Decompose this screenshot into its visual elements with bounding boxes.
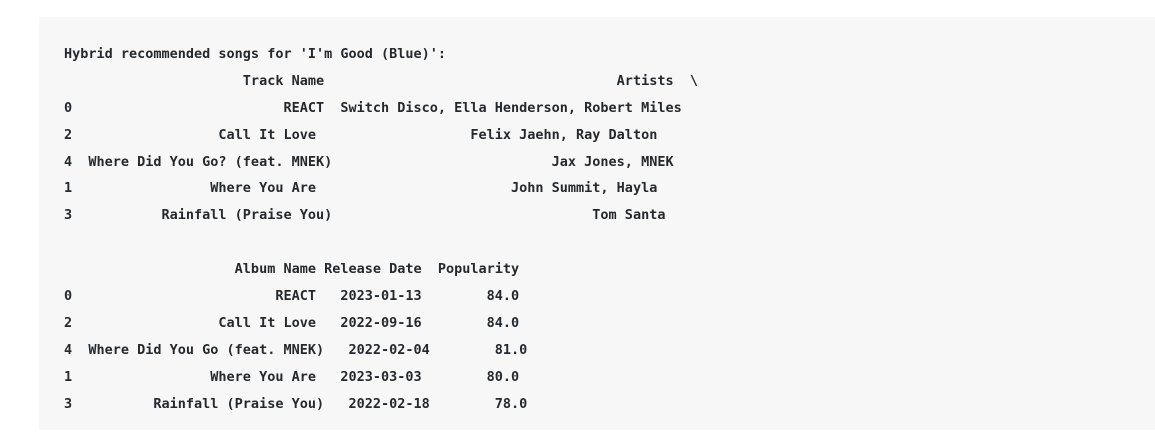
table1-row: 0 REACT Switch Disco, Ella Henderson, Ro… <box>64 99 682 116</box>
table1-row: 1 Where You Are John Summit, Hayla <box>64 180 658 197</box>
table2-row: 0 REACT 2023-01-13 84.0 <box>64 288 520 305</box>
table1-row: 4 Where Did You Go? (feat. MNEK) Jax Jon… <box>64 153 674 170</box>
table1-row: 2 Call It Love Felix Jaehn, Ray Dalton <box>64 126 658 143</box>
table1-row: 3 Rainfall (Praise You) Tom Santa <box>64 207 666 224</box>
table1-header-row: Track Name Artists \ <box>64 72 698 89</box>
table2-row: 1 Where You Are 2023-03-03 80.0 <box>64 368 520 385</box>
output-heading: Hybrid recommended songs for 'I'm Good (… <box>64 46 447 62</box>
dataframe-text-output: Hybrid recommended songs for 'I'm Good (… <box>64 41 698 417</box>
notebook-output-cell: Hybrid recommended songs for 'I'm Good (… <box>39 17 1155 430</box>
table2-header-row: Album Name Release Date Popularity <box>64 261 520 278</box>
table2-row: 2 Call It Love 2022-09-16 84.0 <box>64 314 520 331</box>
table2-row: 3 Rainfall (Praise You) 2022-02-18 78.0 <box>64 395 528 412</box>
table2-row: 4 Where Did You Go (feat. MNEK) 2022-02-… <box>64 341 528 358</box>
